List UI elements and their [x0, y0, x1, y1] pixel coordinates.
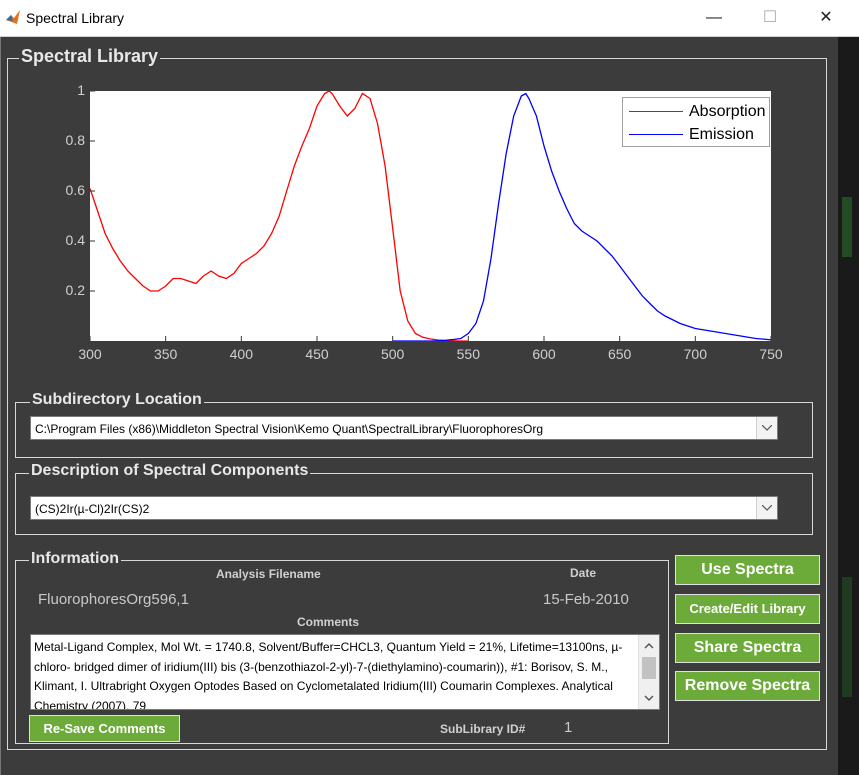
create-edit-library-button[interactable]: Create/Edit Library: [675, 594, 820, 624]
legend-item-absorption: Absorption: [629, 103, 766, 121]
x-tick-label: 650: [607, 346, 632, 362]
x-tick-label: 750: [759, 346, 783, 362]
analysis-filename-value: FluorophoresOrg596,1: [38, 591, 189, 608]
description-dropdown[interactable]: (CS)2Ir(µ-Cl)2Ir(CS)2: [30, 496, 778, 520]
y-tick-label: 1: [77, 82, 85, 98]
matlab-icon: [6, 10, 20, 24]
y-tick-label: 0.6: [65, 182, 85, 198]
comments-textarea[interactable]: Metal-Ligand Complex, Mol Wt. = 1740.8, …: [30, 634, 660, 710]
x-tick-label: 450: [305, 346, 329, 362]
description-value: (CS)2Ir(µ-Cl)2Ir(CS)2: [35, 502, 150, 516]
title-bar: Spectral Library — ☐ ✕: [0, 0, 859, 37]
x-tick-label: 550: [456, 346, 480, 362]
spectral-library-title: Spectral Library: [19, 46, 161, 67]
series-line-absorption: [89, 90, 469, 342]
x-tick-label: 700: [683, 346, 707, 362]
chart-legend: Absorption Emission: [622, 97, 770, 147]
legend-label-absorption: Absorption: [689, 103, 766, 120]
maximize-button[interactable]: ☐: [748, 0, 792, 36]
scroll-down-icon[interactable]: [639, 689, 659, 707]
legend-item-emission: Emission: [629, 126, 754, 144]
comments-scrollbar[interactable]: [638, 635, 659, 709]
comments-text: Metal-Ligand Complex, Mol Wt. = 1740.8, …: [34, 640, 623, 710]
x-tick-label: 400: [229, 346, 253, 362]
information-title: Information: [29, 550, 121, 568]
subdirectory-title: Subdirectory Location: [30, 391, 204, 409]
x-tick-label: 350: [153, 346, 178, 362]
x-tick-label: 300: [78, 346, 102, 362]
sublibrary-id-label: SubLibrary ID#: [440, 722, 526, 736]
scroll-up-icon[interactable]: [639, 637, 659, 655]
y-tick-label: 0.8: [65, 132, 85, 148]
resave-comments-button[interactable]: Re-Save Comments: [29, 715, 180, 742]
date-value: 15-Feb-2010: [543, 591, 629, 608]
minimize-button[interactable]: —: [692, 0, 736, 36]
comments-label: Comments: [297, 615, 360, 629]
remove-spectra-button[interactable]: Remove Spectra: [675, 671, 820, 701]
subdirectory-value: C:\Program Files (x86)\Middleton Spectra…: [35, 422, 543, 436]
legend-line-absorption: [629, 111, 683, 113]
analysis-filename-label: Analysis Filename: [216, 567, 321, 581]
y-tick-label: 0.2: [65, 282, 85, 298]
close-button[interactable]: ✕: [804, 0, 848, 36]
subdirectory-dropdown[interactable]: C:\Program Files (x86)\Middleton Spectra…: [30, 416, 778, 440]
date-label: Date: [570, 566, 597, 580]
legend-label-emission: Emission: [689, 126, 754, 143]
y-tick-label: 0.4: [65, 232, 85, 248]
window-title: Spectral Library: [26, 10, 125, 26]
x-tick-label: 500: [380, 346, 405, 362]
chevron-down-icon[interactable]: [756, 417, 777, 439]
legend-line-emission: [629, 134, 683, 136]
use-spectra-button[interactable]: Use Spectra: [675, 555, 820, 585]
chevron-down-icon[interactable]: [756, 497, 777, 519]
share-spectra-button[interactable]: Share Spectra: [675, 633, 820, 663]
background-strip: [838, 37, 859, 775]
x-tick-label: 600: [532, 346, 556, 362]
sublibrary-id-value: 1: [564, 719, 573, 736]
scrollbar-thumb[interactable]: [642, 657, 656, 679]
description-title: Description of Spectral Components: [29, 462, 311, 480]
